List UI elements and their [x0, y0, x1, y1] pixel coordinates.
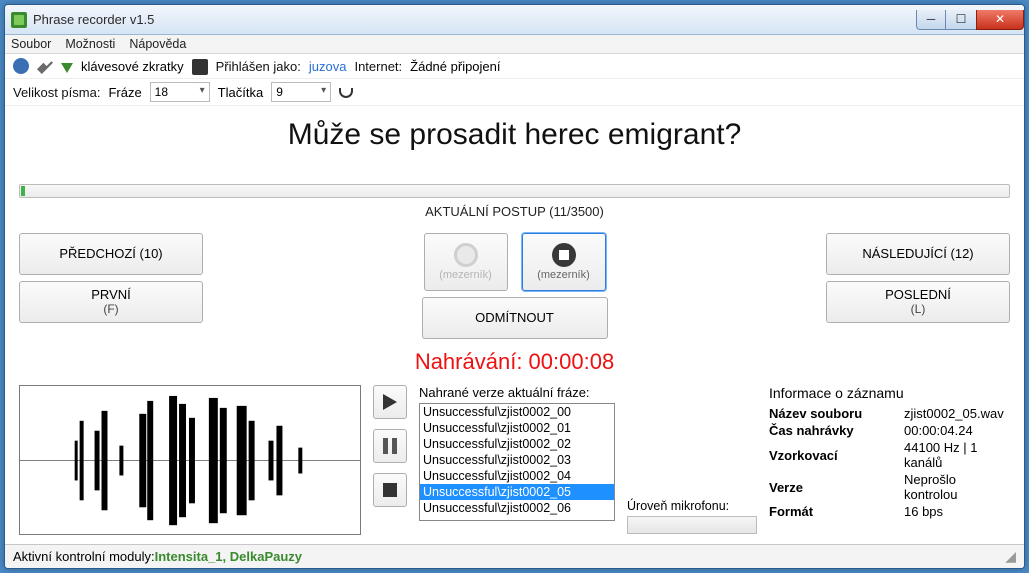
version-item[interactable]: Unsuccessful\zjist0002_06 [420, 500, 614, 516]
fontsize-label: Velikost písma: [13, 85, 100, 100]
info-sample-val: 44100 Hz | 1 kanálů [904, 439, 1010, 471]
download-icon[interactable] [61, 63, 73, 73]
pause-button[interactable] [373, 429, 407, 463]
titlebar: Phrase recorder v1.5 ─ ☐ ✕ [5, 5, 1024, 35]
mic-level-label: Úroveň mikrofonu: [627, 499, 757, 513]
window-title: Phrase recorder v1.5 [33, 12, 154, 27]
recording-info-panel: Informace o záznamu Název souboruzjist00… [769, 385, 1010, 540]
menu-options[interactable]: Možnosti [65, 37, 115, 51]
play-icon [383, 394, 397, 410]
progress-label: AKTUÁLNÍ POSTUP (11/3500) [19, 204, 1010, 219]
info-duration-val: 00:00:04.24 [904, 422, 1010, 439]
prev-button[interactable]: PŘEDCHOZÍ (10) [19, 233, 203, 275]
phrase-size-select[interactable]: 18 [150, 82, 210, 102]
version-item[interactable]: Unsuccessful\zjist0002_04 [420, 468, 614, 484]
menu-file[interactable]: Soubor [11, 37, 51, 51]
menubar: Soubor Možnosti Nápověda [5, 35, 1024, 54]
record-button[interactable]: (mezerník) [424, 233, 508, 291]
logged-user[interactable]: juzova [309, 59, 347, 74]
stop-record-button[interactable]: (mezerník) [522, 233, 606, 291]
recording-status: Nahrávání: 00:00:08 [19, 349, 1010, 375]
headphones-icon[interactable] [339, 88, 353, 98]
internet-label: Internet: [354, 59, 402, 74]
buttons-size-select[interactable]: 9 [271, 82, 331, 102]
window-close-button[interactable]: ✕ [976, 10, 1024, 30]
record-icon [454, 243, 478, 267]
window-minimize-button[interactable]: ─ [916, 10, 946, 30]
app-window: Phrase recorder v1.5 ─ ☐ ✕ Soubor Možnos… [4, 4, 1025, 569]
menu-help[interactable]: Nápověda [129, 37, 186, 51]
versions-label: Nahrané verze aktuální fráze: [419, 385, 615, 400]
shortcuts-label[interactable]: klávesové zkratky [81, 59, 184, 74]
toolstrip-login: klávesové zkratky Přihlášen jako: juzova… [5, 54, 1024, 79]
info-version-val: Neprošlo kontrolou [904, 471, 1010, 503]
first-button[interactable]: PRVNÍ(F) [19, 281, 203, 323]
prompt-text: Může se prosadit herec emigrant? [19, 118, 1010, 152]
mic-level-bar [627, 516, 757, 534]
info-title: Informace o záznamu [769, 385, 1010, 401]
version-item[interactable]: Unsuccessful\zjist0002_03 [420, 452, 614, 468]
play-button[interactable] [373, 385, 407, 419]
info-filename-val: zjist0002_05.wav [904, 405, 1010, 422]
settings-icon[interactable] [37, 58, 53, 74]
info-format-val: 16 bps [904, 503, 1010, 520]
statusbar: Aktivní kontrolní moduly: Intensita_1, D… [5, 544, 1024, 568]
keyboard-icon[interactable] [192, 59, 208, 75]
toolstrip-fontsize: Velikost písma: Fráze 18 Tlačítka 9 [5, 79, 1024, 106]
app-icon [11, 12, 27, 28]
status-label: Aktivní kontrolní moduly: [13, 549, 155, 564]
status-modules: Intensita_1, DelkaPauzy [155, 549, 302, 564]
waveform-display [19, 385, 361, 535]
next-button[interactable]: NÁSLEDUJÍCÍ (12) [826, 233, 1010, 275]
internet-value: Žádné připojení [410, 59, 500, 74]
stop-button[interactable] [373, 473, 407, 507]
stop-icon [552, 243, 576, 267]
version-item[interactable]: Unsuccessful\zjist0002_01 [420, 420, 614, 436]
stop-hint: (mezerník) [537, 269, 590, 281]
logged-as-label: Přihlášen jako: [216, 59, 301, 74]
version-item[interactable]: Unsuccessful\zjist0002_00 [420, 404, 614, 420]
buttons-label: Tlačítka [218, 85, 264, 100]
user-icon[interactable] [13, 58, 29, 74]
info-filename-key: Název souboru [769, 405, 904, 422]
progress-bar [19, 184, 1010, 198]
version-item[interactable]: Unsuccessful\zjist0002_02 [420, 436, 614, 452]
window-maximize-button[interactable]: ☐ [946, 10, 976, 30]
pause-icon [383, 438, 397, 454]
record-hint: (mezerník) [439, 269, 492, 281]
resize-grip[interactable]: ◢ [1005, 548, 1016, 565]
info-sample-key: Vzorkovací [769, 439, 904, 471]
reject-button[interactable]: ODMÍTNOUT [422, 297, 608, 339]
stop-square-icon [383, 483, 397, 497]
info-version-key: Verze [769, 471, 904, 503]
versions-listbox[interactable]: Unsuccessful\zjist0002_00Unsuccessful\zj… [419, 403, 615, 521]
phrase-label: Fráze [108, 85, 141, 100]
info-duration-key: Čas nahrávky [769, 422, 904, 439]
info-format-key: Formát [769, 503, 904, 520]
last-button[interactable]: POSLEDNÍ(L) [826, 281, 1010, 323]
version-item[interactable]: Unsuccessful\zjist0002_05 [420, 484, 614, 500]
